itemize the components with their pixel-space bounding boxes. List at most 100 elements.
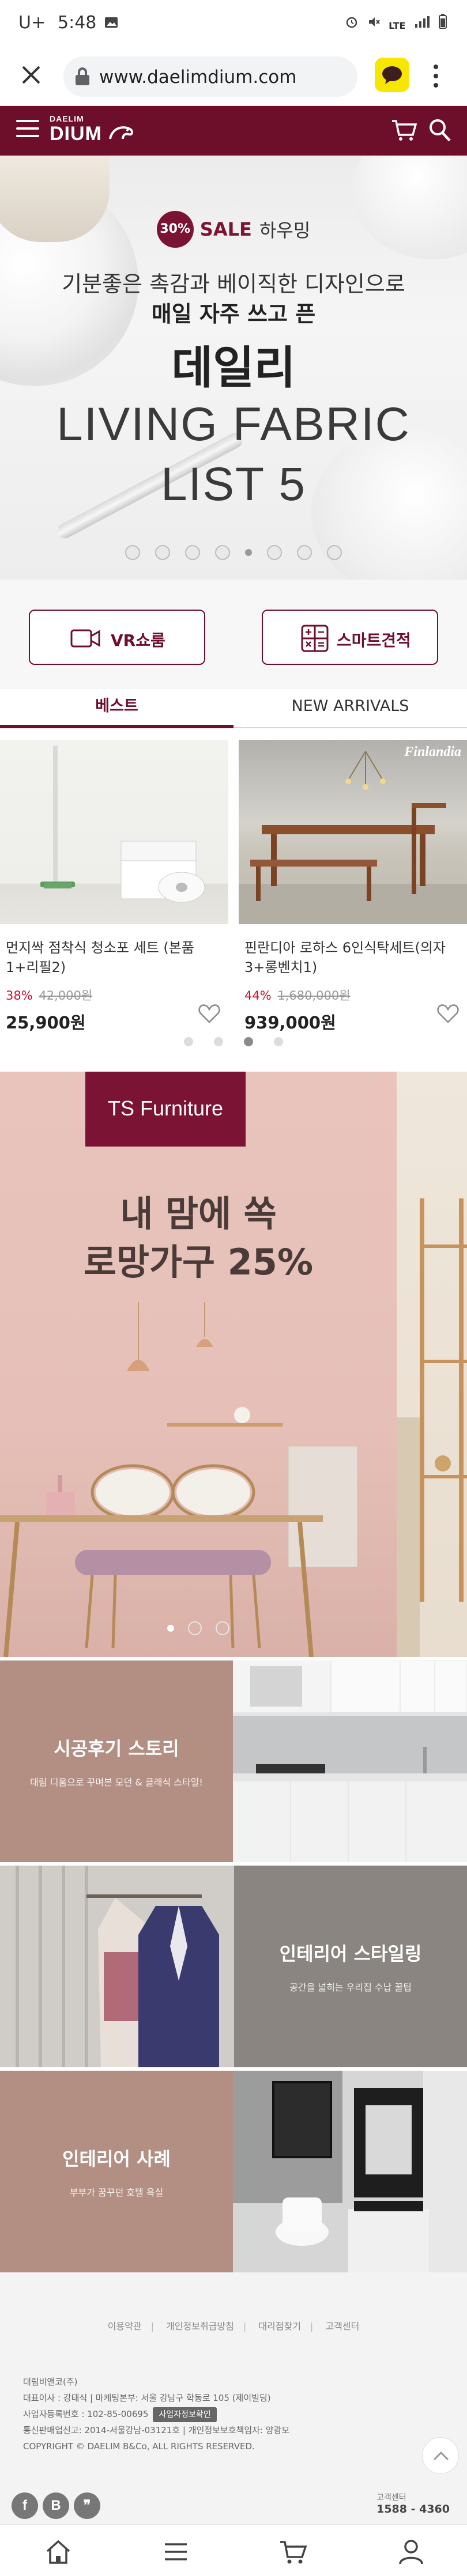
copyright: COPYRIGHT © DAELIM B&Co, ALL RIGHTS RESE… (23, 2441, 255, 2452)
kakaostory-icon[interactable]: ❞ (74, 2492, 100, 2519)
biz-info-button[interactable]: 사업자정보확인 (153, 2407, 217, 2422)
product-pagination[interactable] (0, 1037, 467, 1049)
pagination-dot[interactable] (185, 545, 200, 560)
pagination-dot[interactable] (184, 1037, 193, 1046)
pagination-dot[interactable] (297, 545, 312, 560)
blog-icon[interactable]: B (43, 2492, 69, 2519)
product-original-price: 1,680,000원 (277, 989, 351, 1003)
feature-banner-styling[interactable]: 인테리어 스타일링 공간을 넓히는 우리집 수납 꿀팁 (0, 1866, 467, 2067)
cart-icon[interactable] (391, 119, 417, 142)
sale-badge: 30% (156, 211, 194, 248)
promo-next-image (397, 1198, 467, 1657)
kitchen-image-art (233, 1660, 467, 1862)
cs-label: 고객센터 (376, 2493, 406, 2502)
pagination-dot[interactable] (167, 1625, 174, 1632)
heart-icon[interactable] (198, 1004, 220, 1023)
dining-set-image (239, 751, 467, 924)
pagination-dot[interactable] (155, 545, 170, 560)
feature-subtitle: 대림 디움으로 꾸며본 모던 & 클래식 스타일! (30, 1777, 203, 1788)
feature-title: 인테리어 사례 (62, 2148, 171, 2170)
product-name: 핀란디아 로하스 6인식탁세트(의자3+롱벤치1) (244, 940, 446, 975)
tab-best[interactable]: 베스트 (0, 689, 233, 728)
pagination-dot[interactable] (125, 545, 140, 560)
product-discount-row: 38% 42,000원 (6, 986, 223, 1004)
promo-slide: TS Furniture 내 맘에 쏙 로망가구 25% (0, 1072, 397, 1657)
company-ceo: 대표이사 : 강태식 | 마케팅본부: 서울 강남구 학동로 105 (제이빌딩… (23, 2393, 271, 2403)
company-info: 대림비앤코(주) 대표이사 : 강태식 | 마케팅본부: 서울 강남구 학동로 … (23, 2374, 289, 2454)
product-card[interactable]: Finlandia 핀란디아 로하스 6인식탁세트(의자3+롱벤치1) 44% … (239, 740, 467, 1034)
alarm-icon (346, 17, 357, 28)
footer-link-support[interactable]: 고객센터 (325, 2321, 359, 2332)
customer-center: 고객센터 1588 - 4360 (376, 2491, 450, 2516)
battery-icon (439, 14, 447, 29)
pagination-dot[interactable] (245, 549, 252, 556)
feature-text: 인테리어 스타일링 공간을 넓히는 우리집 수납 꿀팁 (234, 1866, 467, 2067)
product-discount: 44% (244, 989, 272, 1003)
promo-next-slide[interactable] (397, 1072, 467, 1657)
footer-link-privacy[interactable]: 개인정보취급방침 (166, 2321, 234, 2332)
hero-title-en: LIVING FABRIC (57, 398, 410, 451)
pagination-dot[interactable] (244, 1037, 253, 1046)
hero-line-1: 기분좋은 촉감과 베이직한 디자인으로 (62, 271, 405, 297)
user-icon[interactable] (397, 2539, 425, 2565)
address-bar[interactable]: www.daelimdium.com (63, 56, 357, 97)
footer-link-terms[interactable]: 이용약관 (108, 2321, 142, 2332)
kakaotalk-button[interactable] (375, 58, 409, 92)
hero-pagination[interactable] (0, 545, 467, 560)
vr-label: VR쇼룸 (111, 631, 165, 650)
pagination-dot[interactable] (216, 1621, 229, 1635)
hamburger-icon[interactable] (16, 120, 39, 141)
product-discount: 38% (6, 989, 33, 1003)
facebook-icon[interactable]: f (12, 2492, 38, 2519)
close-tab-button[interactable] (15, 59, 47, 91)
hero-title-list: LIST 5 (160, 458, 307, 510)
promo-banner[interactable]: TS Furniture 내 맘에 쏙 로망가구 25% (0, 1072, 467, 1657)
pagination-dot[interactable] (274, 1037, 283, 1046)
logo-small-text: DAELIM (50, 114, 84, 123)
product-original-price: 42,000원 (39, 989, 93, 1003)
video-camera-icon (70, 629, 100, 648)
footer-link-dealers[interactable]: 대리점찾기 (258, 2321, 301, 2332)
heart-icon[interactable] (437, 1004, 459, 1023)
closet-image-art (0, 1866, 234, 2067)
pagination-dot[interactable] (215, 545, 230, 560)
lte-icon: LTE (389, 20, 406, 31)
vr-showroom-button[interactable]: VR쇼룸 (29, 610, 205, 665)
pagination-dot[interactable] (267, 545, 282, 560)
product-card[interactable]: 먼지싹 점착식 청소포 세트 (본품1+리필2) 38% 42,000원 25,… (0, 740, 228, 1034)
company-biz-no: 사업자등록번호 : 102-85-00695 (23, 2409, 149, 2419)
site-logo[interactable]: DAELIM DIUM (50, 114, 142, 149)
hero-line-2: 매일 자주 쓰고 픈 (151, 301, 316, 327)
logo-mark-icon (109, 126, 134, 139)
gallery-icon (105, 17, 118, 28)
smart-estimate-button[interactable]: 스마트견적 (262, 610, 438, 665)
quick-buttons: VR쇼룸 스마트견적 (0, 580, 467, 689)
clock: 5:48 (58, 13, 97, 33)
mute-icon (368, 17, 380, 27)
home-icon[interactable] (44, 2539, 73, 2565)
company-name: 대림비앤코(주) (23, 2377, 78, 2387)
pagination-dot[interactable] (214, 1037, 223, 1046)
cs-number[interactable]: 1588 - 4360 (376, 2503, 450, 2516)
close-icon (22, 66, 40, 84)
search-icon[interactable] (428, 118, 452, 143)
feature-banner-reviews[interactable]: 시공후기 스토리 대림 디움으로 꾸며본 모던 & 클래식 스타일! (0, 1660, 467, 1862)
cleaning-product-image (40, 746, 205, 903)
tab-new-arrivals[interactable]: NEW ARRIVALS (233, 689, 467, 728)
promo-brand-label: TS Furniture (85, 1072, 246, 1147)
product-price: 939,000원 (244, 1013, 336, 1032)
browser-more-button[interactable] (424, 59, 447, 93)
feature-title: 인테리어 스타일링 (279, 1943, 422, 1965)
product-name: 먼지싹 점착식 청소포 세트 (본품1+리필2) (6, 940, 194, 975)
scroll-top-button[interactable] (422, 2437, 459, 2474)
hero-banner[interactable]: 30% SALE 하우밍 기분좋은 촉감과 베이직한 디자인으로 매일 자주 쓰… (0, 156, 467, 580)
feature-banner-cases[interactable]: 인테리어 사례 부부가 꿈꾸던 호텔 욕실 (0, 2071, 467, 2272)
cart-icon[interactable] (279, 2539, 308, 2565)
promo-pagination[interactable] (0, 1621, 397, 1635)
menu-icon[interactable] (161, 2539, 190, 2565)
more-vertical-icon (434, 65, 438, 88)
pagination-dot[interactable] (188, 1621, 202, 1635)
browser-toolbar: www.daelimdium.com (0, 46, 467, 106)
pagination-dot[interactable] (327, 545, 342, 560)
promo-headline-1: 내 맘에 쏙 (120, 1193, 277, 1235)
